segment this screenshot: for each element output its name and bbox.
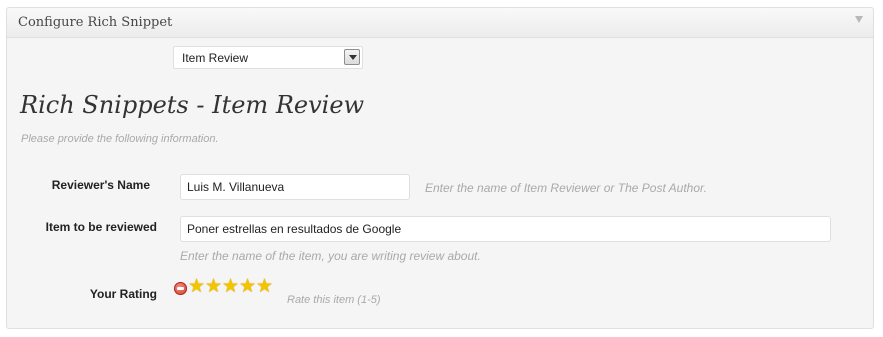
reviewer-name-hint: Enter the name of Item Reviewer or The P… xyxy=(425,181,707,195)
item-reviewed-label: Item to be reviewed xyxy=(45,220,157,234)
snippet-type-selected-value: Item Review xyxy=(182,51,249,65)
chevron-down-icon[interactable] xyxy=(855,16,863,23)
select-dropdown-arrow-icon[interactable] xyxy=(344,49,360,65)
star-icon[interactable]: ★ xyxy=(222,277,239,296)
section-subtitle: Please provide the following information… xyxy=(21,133,219,145)
panel-title: Configure Rich Snippet xyxy=(18,15,173,30)
reviewer-name-input[interactable] xyxy=(180,174,410,200)
rating-label: Your Rating xyxy=(89,287,157,301)
configure-rich-snippet-panel: Configure Rich Snippet xyxy=(6,7,874,329)
snippet-type-select[interactable]: Item Review xyxy=(173,46,363,69)
star-icon[interactable]: ★ xyxy=(205,277,222,296)
section-title: Rich Snippets - Item Review xyxy=(20,91,365,119)
star-icon[interactable]: ★ xyxy=(188,277,205,296)
star-rating[interactable]: ★ ★ ★ ★ ★ xyxy=(188,277,273,297)
reviewer-name-label: Reviewer's Name xyxy=(51,178,150,192)
item-reviewed-hint: Enter the name of the item, you are writ… xyxy=(180,249,481,263)
rating-hint: Rate this item (1-5) xyxy=(287,294,381,306)
panel-header[interactable]: Configure Rich Snippet xyxy=(7,8,873,38)
cancel-rating-icon[interactable] xyxy=(174,282,187,295)
item-reviewed-input[interactable] xyxy=(180,216,831,242)
star-icon[interactable]: ★ xyxy=(239,277,256,296)
star-icon[interactable]: ★ xyxy=(256,277,273,296)
